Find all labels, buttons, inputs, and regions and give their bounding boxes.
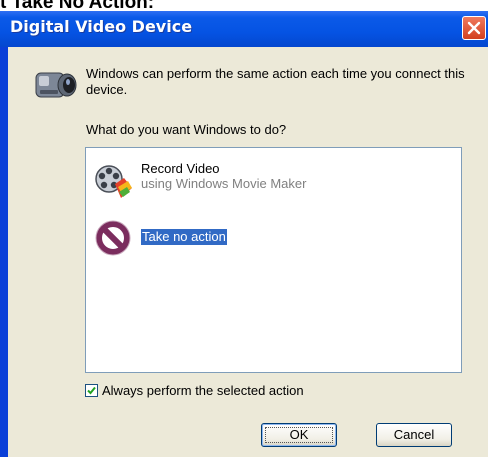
- ok-focus-rect: [265, 427, 333, 443]
- dialog-client: Windows can perform the same action each…: [8, 47, 488, 457]
- record-video-subtitle: using Windows Movie Maker: [141, 176, 307, 191]
- record-video-title: Record Video: [141, 161, 220, 176]
- list-item-take-no-action[interactable]: Take no action: [86, 214, 461, 262]
- dialog-message: Windows can perform the same action each…: [86, 66, 465, 97]
- cancel-button-label: Cancel: [393, 427, 435, 442]
- action-question: What do you want Windows to do?: [86, 122, 287, 137]
- always-perform-checkbox[interactable]: [85, 384, 98, 397]
- dialog-title: Digital Video Device: [10, 17, 193, 36]
- title-bar[interactable]: Digital Video Device: [0, 11, 488, 47]
- camcorder-icon: [35, 72, 77, 98]
- dialog-window: Digital Video Device Windows can perform…: [0, 11, 488, 457]
- action-list[interactable]: Record Video using Windows Movie Maker T…: [85, 147, 462, 373]
- always-perform-label: Always perform the selected action: [102, 383, 304, 398]
- ok-button[interactable]: OK: [261, 423, 337, 447]
- cancel-button[interactable]: Cancel: [376, 423, 452, 447]
- close-icon: [467, 21, 481, 35]
- movie-maker-icon: [95, 165, 132, 198]
- no-action-icon: [95, 220, 131, 256]
- checkmark-icon: [87, 386, 96, 395]
- take-no-action-label: Take no action: [141, 229, 227, 245]
- list-item-record-video[interactable]: Record Video using Windows Movie Maker: [86, 158, 461, 206]
- close-button[interactable]: [462, 16, 486, 40]
